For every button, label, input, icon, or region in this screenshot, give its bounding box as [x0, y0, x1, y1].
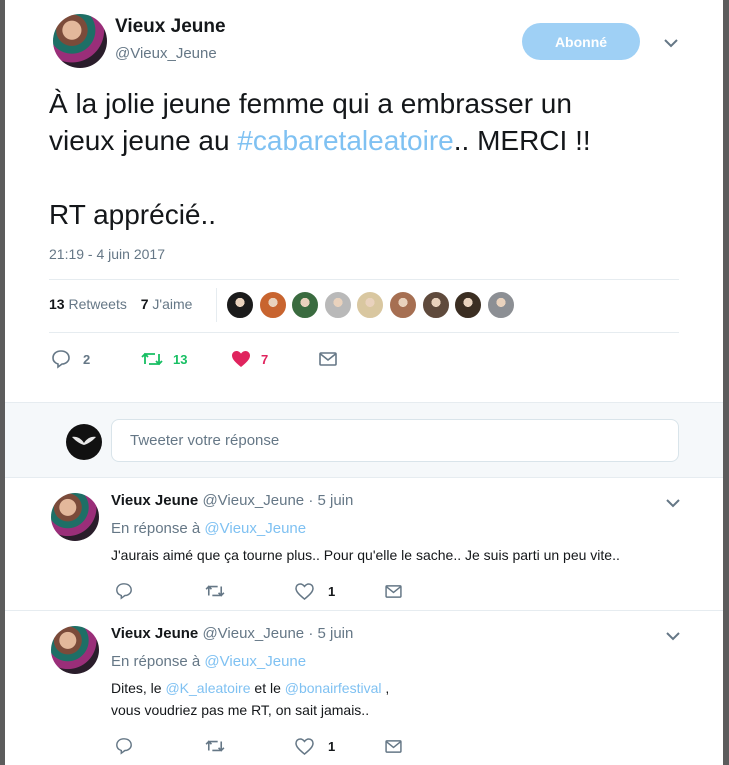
reply-author-name[interactable]: Vieux Jeune — [111, 625, 198, 642]
retweets-count: 13 — [49, 296, 65, 312]
hashtag-link[interactable]: #cabaretaleatoire — [237, 125, 453, 156]
reply-text-part: Dites, le — [111, 680, 166, 696]
heart-icon[interactable] — [231, 350, 251, 368]
likers-avatars[interactable] — [226, 291, 519, 319]
author-handle[interactable]: @Vieux_Jeune — [115, 45, 217, 62]
chevron-down-icon[interactable] — [664, 38, 678, 48]
liker-avatar[interactable] — [291, 291, 320, 319]
in-reply-to: En réponse à @Vieux_Jeune — [111, 520, 306, 537]
likes-count: 7 — [140, 296, 149, 312]
message-icon[interactable] — [385, 739, 402, 753]
reply-author-name[interactable]: Vieux Jeune — [111, 492, 198, 509]
reply-text: Dites, le @K_aleatoire et le @bonairfest… — [111, 677, 411, 721]
retweet-icon[interactable] — [141, 350, 163, 368]
mention-link[interactable]: @K_aleatoire — [165, 680, 250, 696]
author-name[interactable]: Vieux Jeune — [115, 16, 226, 38]
reply-icon[interactable] — [51, 349, 71, 369]
retweets-stat[interactable]: 13 Retweets — [49, 296, 127, 312]
reply-compose-bar: Tweeter votre réponse — [5, 402, 723, 478]
reply-actions: 1 — [115, 582, 402, 600]
liker-avatar[interactable] — [356, 291, 385, 319]
like-count: 1 — [328, 583, 336, 599]
message-icon[interactable] — [319, 352, 337, 366]
reply-date[interactable]: 5 juin — [318, 492, 354, 509]
in-reply-to: En réponse à @Vieux_Jeune — [111, 653, 306, 670]
liker-avatar[interactable] — [454, 291, 483, 319]
tweet-card: Vieux Jeune @Vieux_Jeune Abonné À la jol… — [5, 0, 723, 765]
chevron-down-icon[interactable] — [666, 498, 680, 508]
divider — [49, 332, 679, 333]
reply-separator: · — [308, 492, 314, 509]
in-reply-handle-link[interactable]: @Vieux_Jeune — [204, 520, 306, 537]
retweet-action[interactable] — [205, 738, 295, 754]
reply-header: Vieux Jeune @Vieux_Jeune · 5 juin — [111, 492, 353, 509]
liker-avatar[interactable] — [226, 291, 254, 319]
reply-tweet[interactable]: Vieux Jeune @Vieux_Jeune · 5 juin En rép… — [5, 611, 723, 765]
liker-avatar[interactable] — [323, 291, 352, 319]
reply-input[interactable]: Tweeter votre réponse — [111, 419, 679, 462]
message-action[interactable] — [385, 739, 402, 753]
in-reply-handle-link[interactable]: @Vieux_Jeune — [204, 653, 306, 670]
retweet-action[interactable]: 13 — [141, 350, 231, 368]
reply-tweet[interactable]: Vieux Jeune @Vieux_Jeune · 5 juin En rép… — [5, 478, 723, 610]
message-action[interactable] — [385, 584, 402, 598]
tweet-timestamp[interactable]: 21:19 - 4 juin 2017 — [49, 246, 165, 262]
retweet-icon[interactable] — [205, 738, 225, 754]
likes-stat[interactable]: 7 J'aime — [141, 296, 193, 312]
reply-avatar[interactable] — [51, 493, 99, 541]
reply-icon[interactable] — [115, 737, 133, 755]
divider — [49, 279, 679, 280]
retweets-label: Retweets — [68, 296, 127, 312]
like-action[interactable]: 1 — [295, 582, 385, 600]
chevron-down-icon[interactable] — [666, 631, 680, 641]
stat-separator — [216, 288, 217, 322]
reply-action[interactable] — [115, 737, 205, 755]
retweet-icon[interactable] — [205, 583, 225, 599]
retweet-action[interactable] — [205, 583, 295, 599]
heart-icon[interactable] — [295, 737, 314, 755]
reply-text: J'aurais aimé que ça tourne plus.. Pour … — [111, 547, 620, 563]
tweet-actions: 2 13 7 — [51, 349, 337, 369]
reply-action[interactable]: 2 — [51, 349, 141, 369]
tweet-stats: 13 Retweets 7 J'aime — [49, 296, 202, 312]
liker-avatar[interactable] — [258, 291, 287, 319]
reply-text-part: et le — [250, 680, 285, 696]
in-reply-prefix: En réponse à — [111, 653, 201, 670]
like-action[interactable]: 1 — [295, 737, 385, 755]
liker-avatar[interactable] — [421, 291, 450, 319]
reply-action[interactable] — [115, 582, 205, 600]
reply-author-handle[interactable]: @Vieux_Jeune — [202, 492, 304, 509]
reply-actions: 1 — [115, 737, 402, 755]
liker-avatar[interactable] — [388, 291, 417, 319]
like-action[interactable]: 7 — [231, 350, 319, 368]
reply-author-handle[interactable]: @Vieux_Jeune — [202, 625, 304, 642]
message-icon[interactable] — [385, 584, 402, 598]
reply-count: 2 — [83, 351, 91, 367]
likes-label: J'aime — [152, 296, 193, 312]
retweet-count: 13 — [173, 351, 188, 367]
like-count: 7 — [261, 351, 269, 367]
reply-separator: · — [308, 625, 314, 642]
in-reply-prefix: En réponse à — [111, 520, 201, 537]
liker-avatar[interactable] — [486, 291, 515, 319]
author-avatar[interactable] — [53, 14, 107, 68]
mention-link[interactable]: @bonairfestival — [285, 680, 382, 696]
reply-avatar[interactable] — [51, 626, 99, 674]
heart-icon[interactable] — [295, 582, 314, 600]
message-action[interactable] — [319, 352, 337, 366]
reply-date[interactable]: 5 juin — [318, 625, 354, 642]
current-user-avatar[interactable] — [66, 424, 102, 460]
follow-button[interactable]: Abonné — [522, 23, 640, 60]
like-count: 1 — [328, 738, 336, 754]
reply-icon[interactable] — [115, 582, 133, 600]
tweet-text: À la jolie jeune femme qui a embrasser u… — [49, 85, 689, 233]
reply-header: Vieux Jeune @Vieux_Jeune · 5 juin — [111, 625, 353, 642]
